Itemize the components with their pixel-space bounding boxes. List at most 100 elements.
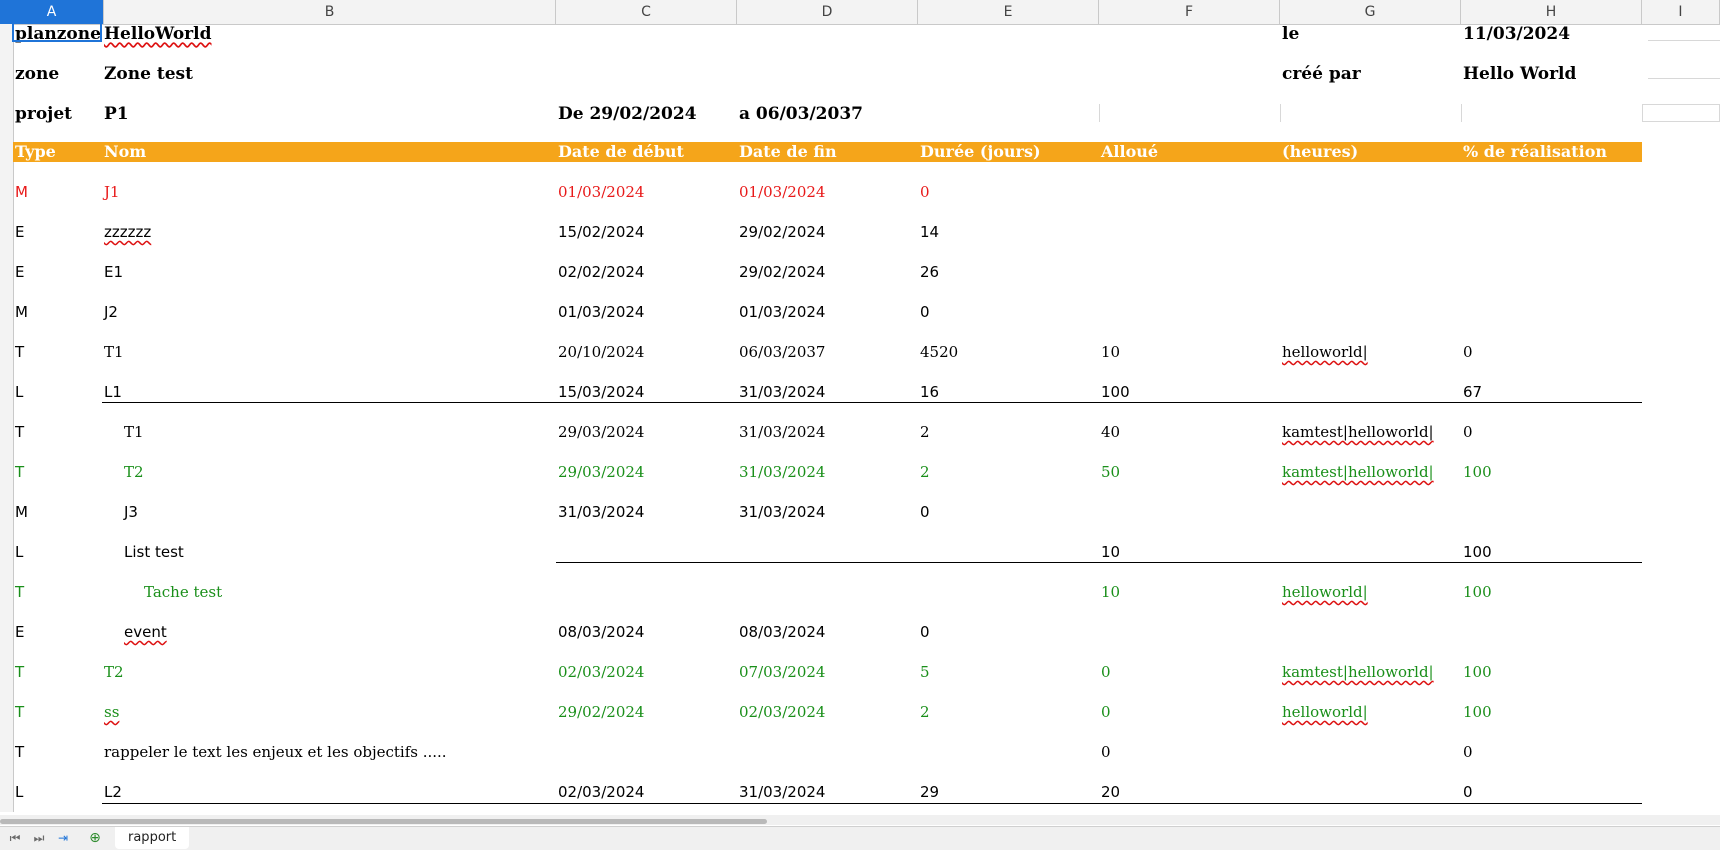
- cell-start-date[interactable]: 01/03/2024: [556, 182, 644, 222]
- cell-allocated[interactable]: 10: [1099, 342, 1120, 382]
- cell-duration[interactable]: 4520: [918, 342, 958, 382]
- header-realisation[interactable]: % de réalisation: [1461, 142, 1607, 162]
- cell-type[interactable]: L: [13, 382, 23, 422]
- cell-duration[interactable]: 0: [918, 622, 930, 662]
- cell-users[interactable]: [1280, 622, 1282, 662]
- cell-start-date[interactable]: 31/03/2024: [556, 502, 644, 542]
- cell-g2[interactable]: créé par: [1280, 64, 1361, 104]
- cell-name[interactable]: T2: [102, 662, 124, 702]
- cell-type[interactable]: T: [13, 702, 24, 742]
- cell-start-date[interactable]: 29/03/2024: [556, 462, 644, 502]
- cell-name[interactable]: List test: [122, 542, 184, 582]
- cell-a2[interactable]: zone: [13, 64, 59, 104]
- cell-h2[interactable]: Hello World: [1461, 64, 1576, 104]
- cell-name[interactable]: J1: [102, 182, 120, 222]
- column-header-e[interactable]: E: [918, 0, 1099, 24]
- cell-end-date[interactable]: 29/02/2024: [737, 262, 825, 302]
- cell-users[interactable]: kamtest|helloworld|: [1280, 422, 1434, 462]
- cell-type[interactable]: E: [13, 262, 24, 302]
- cell-type[interactable]: T: [13, 742, 24, 782]
- cell-duration[interactable]: 2: [918, 702, 930, 742]
- column-header-f[interactable]: F: [1099, 0, 1280, 24]
- cell-completion[interactable]: 100: [1461, 702, 1492, 742]
- column-header-a[interactable]: A: [0, 0, 104, 24]
- cell-end-date[interactable]: 29/02/2024: [737, 222, 825, 262]
- header-type[interactable]: Type: [13, 142, 56, 162]
- cell-users[interactable]: helloworld|: [1280, 702, 1368, 742]
- cell-type[interactable]: E: [13, 222, 24, 262]
- cell-completion[interactable]: [1461, 222, 1463, 262]
- cell-users[interactable]: [1280, 262, 1282, 302]
- cell-d3[interactable]: a 06/03/2037: [737, 104, 863, 144]
- cell-completion[interactable]: 0: [1461, 422, 1473, 462]
- cell-end-date[interactable]: 31/03/2024: [737, 462, 825, 502]
- cell-end-date[interactable]: 01/03/2024: [737, 182, 825, 222]
- header-heures[interactable]: (heures): [1280, 142, 1358, 162]
- cell-completion[interactable]: 100: [1461, 662, 1492, 702]
- cell-duration[interactable]: 26: [918, 262, 939, 302]
- first-sheet-icon[interactable]: ⏮: [6, 830, 24, 846]
- column-header-h[interactable]: H: [1461, 0, 1642, 24]
- cell-name[interactable]: J3: [122, 502, 138, 542]
- cell-users[interactable]: helloworld|: [1280, 582, 1368, 622]
- cell-completion[interactable]: 100: [1461, 462, 1492, 502]
- cell-duration[interactable]: [918, 742, 920, 782]
- cell-users[interactable]: [1280, 222, 1282, 262]
- cell-c3[interactable]: De 29/02/2024: [556, 104, 697, 144]
- cell-users[interactable]: [1280, 302, 1282, 342]
- cell-allocated[interactable]: [1099, 222, 1101, 262]
- cell-name[interactable]: T1: [122, 422, 144, 462]
- cell-end-date[interactable]: 02/03/2024: [737, 702, 825, 742]
- cell-b2[interactable]: Zone test: [102, 64, 193, 104]
- cell-type[interactable]: T: [13, 342, 24, 382]
- cell-end-date[interactable]: [737, 582, 739, 622]
- cell-type[interactable]: M: [13, 302, 28, 342]
- cell-name[interactable]: Tache test: [142, 582, 222, 622]
- add-sheet-icon[interactable]: ⊕: [86, 830, 104, 846]
- cell-allocated[interactable]: [1099, 182, 1101, 222]
- sheet-tab-rapport[interactable]: rapport: [115, 827, 190, 849]
- cell-duration[interactable]: 14: [918, 222, 939, 262]
- cell-allocated[interactable]: [1099, 302, 1101, 342]
- cell-duration[interactable]: 0: [918, 182, 930, 222]
- cell-b3[interactable]: P1: [102, 104, 129, 144]
- cell-end-date[interactable]: 31/03/2024: [737, 502, 825, 542]
- cell-allocated[interactable]: 10: [1099, 582, 1120, 622]
- cell-start-date[interactable]: 02/03/2024: [556, 662, 644, 702]
- cell-start-date[interactable]: [556, 582, 558, 622]
- cell-end-date[interactable]: 08/03/2024: [737, 622, 825, 662]
- column-header-c[interactable]: C: [556, 0, 737, 24]
- cell-end-date[interactable]: 31/03/2024: [737, 422, 825, 462]
- cell-completion[interactable]: [1461, 262, 1463, 302]
- cell-allocated[interactable]: 0: [1099, 702, 1111, 742]
- scroll-to-end-icon[interactable]: ⇥: [54, 830, 72, 846]
- column-header-b[interactable]: B: [104, 0, 556, 24]
- cell-type[interactable]: M: [13, 182, 28, 222]
- sheet-grid[interactable]: planzone HelloWorld le 11/03/2024 zone Z…: [0, 24, 1720, 814]
- cell-start-date[interactable]: 01/03/2024: [556, 302, 644, 342]
- cell-allocated[interactable]: [1099, 262, 1101, 302]
- cell-allocated[interactable]: [1099, 622, 1101, 662]
- cell-start-date[interactable]: 29/02/2024: [556, 702, 644, 742]
- cell-duration[interactable]: [918, 582, 920, 622]
- cell-completion[interactable]: [1461, 502, 1463, 542]
- cell-allocated[interactable]: 0: [1099, 742, 1111, 782]
- cell-users[interactable]: kamtest|helloworld|: [1280, 462, 1434, 502]
- horizontal-scrollbar-thumb[interactable]: [0, 819, 767, 824]
- header-date-debut[interactable]: Date de début: [556, 142, 684, 162]
- cell-start-date[interactable]: 08/03/2024: [556, 622, 644, 662]
- column-header-i[interactable]: I: [1642, 0, 1720, 24]
- cell-end-date[interactable]: 07/03/2024: [737, 662, 825, 702]
- cell-name[interactable]: zzzzzz: [102, 222, 151, 262]
- cell-completion[interactable]: 100: [1461, 582, 1492, 622]
- cell-name[interactable]: rappeler le text les enjeux et les objec…: [102, 742, 447, 782]
- cell-type[interactable]: M: [13, 502, 28, 542]
- cell-type[interactable]: T: [13, 662, 24, 702]
- cell-name[interactable]: J2: [102, 302, 118, 342]
- column-header-g[interactable]: G: [1280, 0, 1461, 24]
- cell-completion[interactable]: 0: [1461, 742, 1473, 782]
- cell-name[interactable]: T1: [102, 342, 124, 382]
- cell-name[interactable]: event: [122, 622, 167, 662]
- cell-users[interactable]: [1280, 502, 1282, 542]
- cell-type[interactable]: L: [13, 542, 23, 582]
